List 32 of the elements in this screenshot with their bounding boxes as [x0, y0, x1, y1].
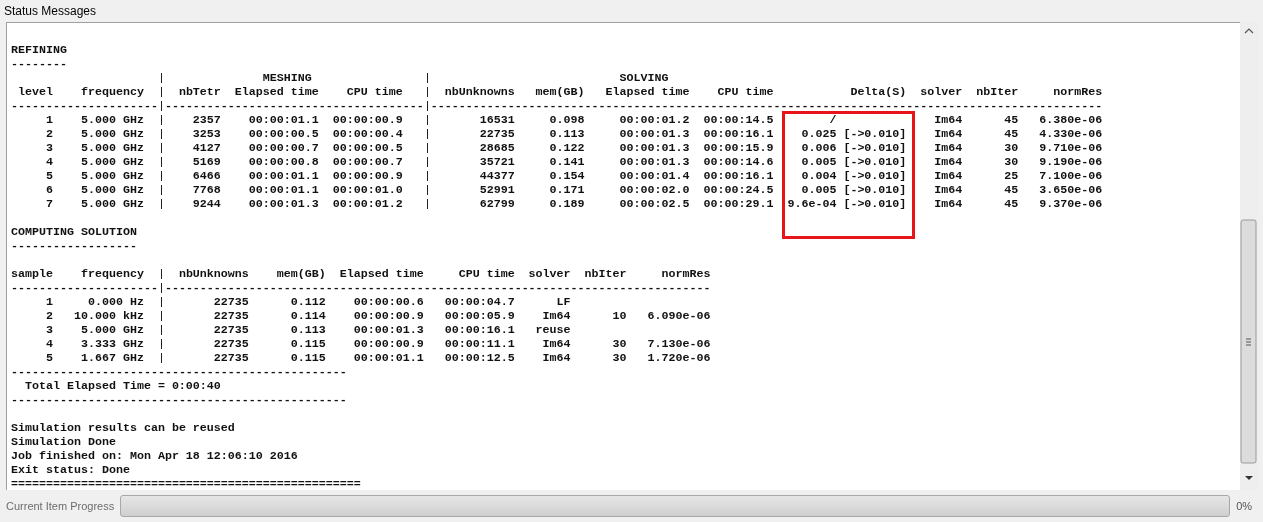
progress-label: Current Item Progress [6, 500, 115, 512]
log-line: Simulation Done [11, 435, 116, 449]
panel-title: Status Messages [4, 4, 97, 18]
table-header: sample frequency nbUnknowns mem(GB) Elapsed time CPU time solver nbIter normRes [11, 267, 711, 281]
table-row-text: 2 5.000 GHz 3253 00:00:00.5 00:00:00.4 22735 0.113 00:00:01.3 00:00:16.1 0.025 [->0.010] Im64 45 4.330e-06 [44, 127, 1103, 141]
table-row-text: 7 5.000 GHz 9244 00:00:01.3 00:00:01.2 62799 0.189 00:00:02.5 00:00:29.1 9.6e-04 [->0.010] Im64 45 9.370e-06 [44, 197, 1103, 211]
log-line: Exit status: Done [11, 463, 130, 477]
table-header: level frequency nbTetr Elapsed time CPU time nbUnknowns mem(GB) Elapsed time CPU time Delta(S) solver nbIter normRes [17, 85, 1103, 99]
log-line: Job finished on: Mon Apr 18 12:06:10 2016 [11, 449, 298, 463]
progress-percent: 0% [1236, 500, 1253, 512]
section-title: REFINING [11, 43, 67, 57]
total-time: Total Elapsed Time = 0:00:40 [25, 379, 221, 393]
rule-line: ------------------------------------------------ [11, 365, 347, 379]
rule-line: --------------------- ------------------------------------- ------------------------------------------------------------------------------------------------ [11, 99, 1103, 113]
table-row-text: 3 5.000 GHz 4127 00:00:00.7 00:00:00.5 28685 0.122 00:00:01.3 00:00:15.9 0.006 [->0.010] Im64 30 9.710e-06 [44, 141, 1103, 155]
section-title: COMPUTING SOLUTION [11, 225, 137, 239]
table-row-text: 5 1.667 GHz 22735 0.115 00:00:01.1 00:00:12.5 Im64 30 1.720e-06 [44, 351, 711, 365]
table-row-text: 1 0.000 Hz 22735 0.112 00:00:00.6 00:00:04.7 LF [44, 295, 571, 309]
rule-line: ------------------ [11, 239, 137, 253]
rule-line: ------------------------------------------------ [11, 393, 347, 407]
table-row-text: 4 3.333 GHz 22735 0.115 00:00:00.9 00:00:11.1 Im64 30 7.130e-06 [44, 337, 711, 351]
table-row-text: 4 5.000 GHz 5169 00:00:00.8 00:00:00.7 35721 0.141 00:00:01.3 00:00:14.6 0.005 [->0.010] Im64 30 9.190e-06 [44, 155, 1103, 169]
table-row-text: 2 10.000 kHz 22735 0.114 00:00:00.9 00:00:05.9 Im64 10 6.090e-06 [44, 309, 711, 323]
rule-line: -------- [11, 57, 67, 71]
rule-line: --------------------- ------------------------------------------------------------------------------ [11, 281, 711, 295]
table-group-header: MESHING SOLVING [11, 71, 669, 85]
table-row-text: 6 5.000 GHz 7768 00:00:01.1 00:00:01.0 52991 0.171 00:00:02.0 00:00:24.5 0.005 [->0.010] Im64 45 3.650e-06 [44, 183, 1103, 197]
rule-line: ================================================== [11, 477, 361, 490]
table-row-text: 1 5.000 GHz 2357 00:00:01.1 00:00:00.9 16531 0.098 00:00:01.2 00:00:14.5 / Im64 45 6.380e-06 [44, 113, 1103, 127]
log-line: Simulation results can be reused [11, 421, 235, 435]
table-row-text: 3 5.000 GHz 22735 0.113 00:00:01.3 00:00:16.1 reuse [44, 323, 571, 337]
table-row-text: 5 5.000 GHz 6466 00:00:01.1 00:00:00.9 44377 0.154 00:00:01.4 00:00:16.1 0.004 [->0.010] Im64 25 7.100e-06 [44, 169, 1103, 183]
